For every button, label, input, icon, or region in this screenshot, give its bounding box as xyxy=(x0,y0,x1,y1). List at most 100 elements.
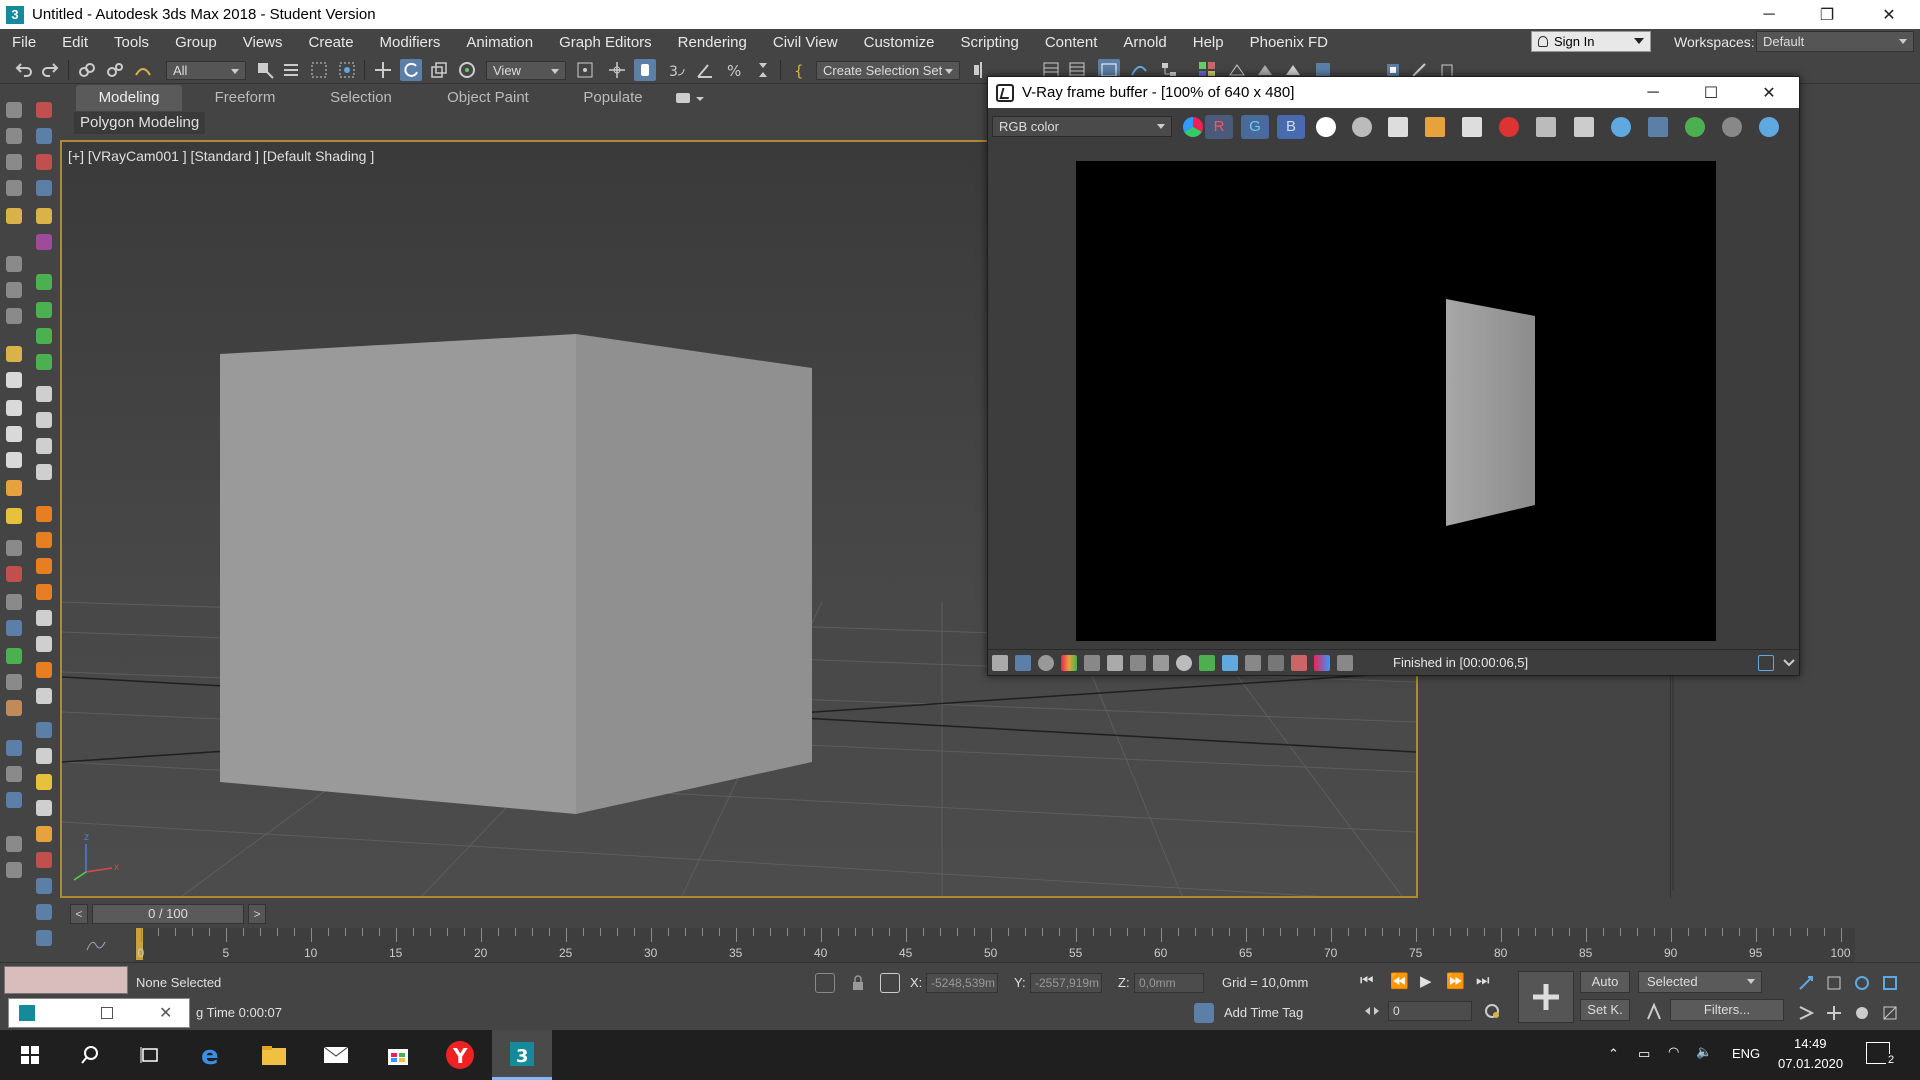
play-icon[interactable] xyxy=(36,386,52,402)
expand-icon[interactable] xyxy=(1758,655,1774,671)
tool-icon[interactable] xyxy=(36,636,52,652)
lut-file-icon[interactable] xyxy=(1245,655,1261,671)
search-icon[interactable] xyxy=(60,1030,120,1080)
blue-channel-button[interactable]: B xyxy=(1277,115,1305,139)
move-icon[interactable] xyxy=(372,59,394,81)
close-button[interactable]: ✕ xyxy=(1860,0,1918,29)
tool-icon[interactable] xyxy=(6,540,22,556)
bind-spacewarp-icon[interactable] xyxy=(132,59,154,81)
tool-icon[interactable] xyxy=(36,852,52,868)
mini-curve-editor-icon[interactable] xyxy=(86,938,106,952)
lut-icon[interactable] xyxy=(1015,655,1031,671)
lens-effects-icon[interactable] xyxy=(1222,655,1238,671)
tool-icon[interactable] xyxy=(6,566,22,582)
cameras-icon[interactable] xyxy=(36,180,52,196)
angle-snap-icon[interactable] xyxy=(694,59,716,81)
levels-icon[interactable] xyxy=(1107,655,1123,671)
duplicate-to-frame-buffer-icon[interactable] xyxy=(1536,117,1556,137)
compare-icon[interactable] xyxy=(1291,655,1307,671)
menu-customize[interactable]: Customize xyxy=(851,29,948,56)
workspace-select[interactable]: Default xyxy=(1756,31,1914,52)
store-icon[interactable] xyxy=(368,1030,428,1080)
menu-edit[interactable]: Edit xyxy=(49,29,101,56)
ribbon-options-icon[interactable] xyxy=(672,85,712,111)
task-view-icon[interactable] xyxy=(120,1030,180,1080)
color-clamp-icon[interactable] xyxy=(1314,655,1330,671)
maxscript-listener[interactable] xyxy=(4,966,128,994)
sign-in-dropdown[interactable]: Sign In xyxy=(1531,31,1651,52)
tool-icon[interactable] xyxy=(36,354,52,370)
battery-icon[interactable]: ▭ xyxy=(1638,1046,1650,1062)
clock-time[interactable]: 14:49 xyxy=(1794,1036,1827,1051)
background-image-icon[interactable] xyxy=(1199,655,1215,671)
pan-icon[interactable] xyxy=(1824,1003,1844,1023)
yandex-browser-icon[interactable]: Y xyxy=(430,1030,490,1080)
menu-group[interactable]: Group xyxy=(162,29,230,56)
tool-icon[interactable] xyxy=(36,748,52,764)
field-of-view-icon[interactable] xyxy=(1796,1003,1816,1023)
tool-icon[interactable] xyxy=(6,594,22,610)
tool-icon[interactable] xyxy=(6,766,22,782)
alpha-channel-icon[interactable] xyxy=(1316,117,1336,137)
tool-icon[interactable] xyxy=(36,800,52,816)
menu-content[interactable]: Content xyxy=(1032,29,1111,56)
tab-modeling[interactable]: Modeling xyxy=(76,85,182,111)
tool-icon[interactable] xyxy=(6,700,22,716)
help-icon[interactable] xyxy=(6,862,22,878)
auto-key-button[interactable]: Auto xyxy=(1580,971,1630,993)
place-icon[interactable] xyxy=(456,59,478,81)
stop-icon[interactable] xyxy=(36,438,52,454)
viewport-layout-icon[interactable] xyxy=(1880,1003,1900,1023)
tool-icon[interactable] xyxy=(36,610,52,626)
go-to-start-icon[interactable]: ⏮ xyxy=(1360,972,1374,989)
tool-icon[interactable] xyxy=(6,452,22,468)
next-frame-button[interactable]: > xyxy=(248,904,266,924)
lights-icon[interactable] xyxy=(36,154,52,170)
show-corrections-icon[interactable] xyxy=(992,655,1008,671)
tool-icon[interactable] xyxy=(6,372,22,388)
tab-selection[interactable]: Selection xyxy=(308,85,414,111)
tool-icon[interactable] xyxy=(6,426,22,442)
undo-icon[interactable] xyxy=(12,59,34,81)
render-last-icon[interactable] xyxy=(1611,117,1631,137)
selection-lock-icon[interactable] xyxy=(848,973,868,993)
menu-file[interactable]: File xyxy=(0,29,49,56)
curves-icon[interactable] xyxy=(1153,655,1169,671)
unlink-icon[interactable] xyxy=(104,59,126,81)
tool-icon[interactable] xyxy=(36,930,52,946)
menu-modifiers[interactable]: Modifiers xyxy=(367,29,454,56)
hierarchy-panel-icon[interactable] xyxy=(6,154,22,170)
next-key-icon[interactable]: ⏩ xyxy=(1446,972,1465,990)
menu-views[interactable]: Views xyxy=(230,29,296,56)
reference-coordinate-select[interactable]: View xyxy=(486,61,566,80)
menu-scripting[interactable]: Scripting xyxy=(947,29,1031,56)
vfb-close-button[interactable]: ✕ xyxy=(1740,77,1798,108)
tool-icon[interactable] xyxy=(36,774,52,790)
edit-named-selection-icon[interactable]: { xyxy=(790,59,812,81)
previous-frame-button[interactable]: < xyxy=(70,904,88,924)
tool-icon[interactable] xyxy=(6,400,22,416)
scale-icon[interactable] xyxy=(428,59,450,81)
geometry-icon[interactable] xyxy=(36,102,52,118)
polygon-modeling-panel[interactable]: Polygon Modeling xyxy=(74,112,206,134)
named-selection-set-select[interactable]: Create Selection Set xyxy=(816,61,960,80)
stop-render-icon[interactable] xyxy=(1499,117,1519,137)
menu-help[interactable]: Help xyxy=(1180,29,1237,56)
tool-icon[interactable] xyxy=(36,826,52,842)
render-interactive-icon[interactable] xyxy=(1685,117,1705,137)
tool-icon[interactable] xyxy=(6,792,22,808)
filters-button[interactable]: Filters... xyxy=(1670,999,1784,1021)
tool-icon[interactable] xyxy=(6,648,22,664)
display-panel-icon[interactable] xyxy=(6,208,22,224)
vfb-minimize-button[interactable]: ─ xyxy=(1624,77,1682,108)
percent-snap-icon[interactable]: % xyxy=(724,59,746,81)
tab-populate[interactable]: Populate xyxy=(560,85,666,111)
helpers-icon[interactable] xyxy=(36,208,52,224)
go-to-end-icon[interactable]: ⏭ xyxy=(1476,972,1490,989)
key-mode-icon[interactable] xyxy=(1644,1001,1664,1021)
window-crossing-icon[interactable] xyxy=(336,59,358,81)
x-coordinate-field[interactable]: -5248,539m xyxy=(926,973,998,993)
mail-icon[interactable] xyxy=(306,1030,366,1080)
file-explorer-icon[interactable] xyxy=(244,1030,304,1080)
tool-icon[interactable] xyxy=(36,584,52,600)
